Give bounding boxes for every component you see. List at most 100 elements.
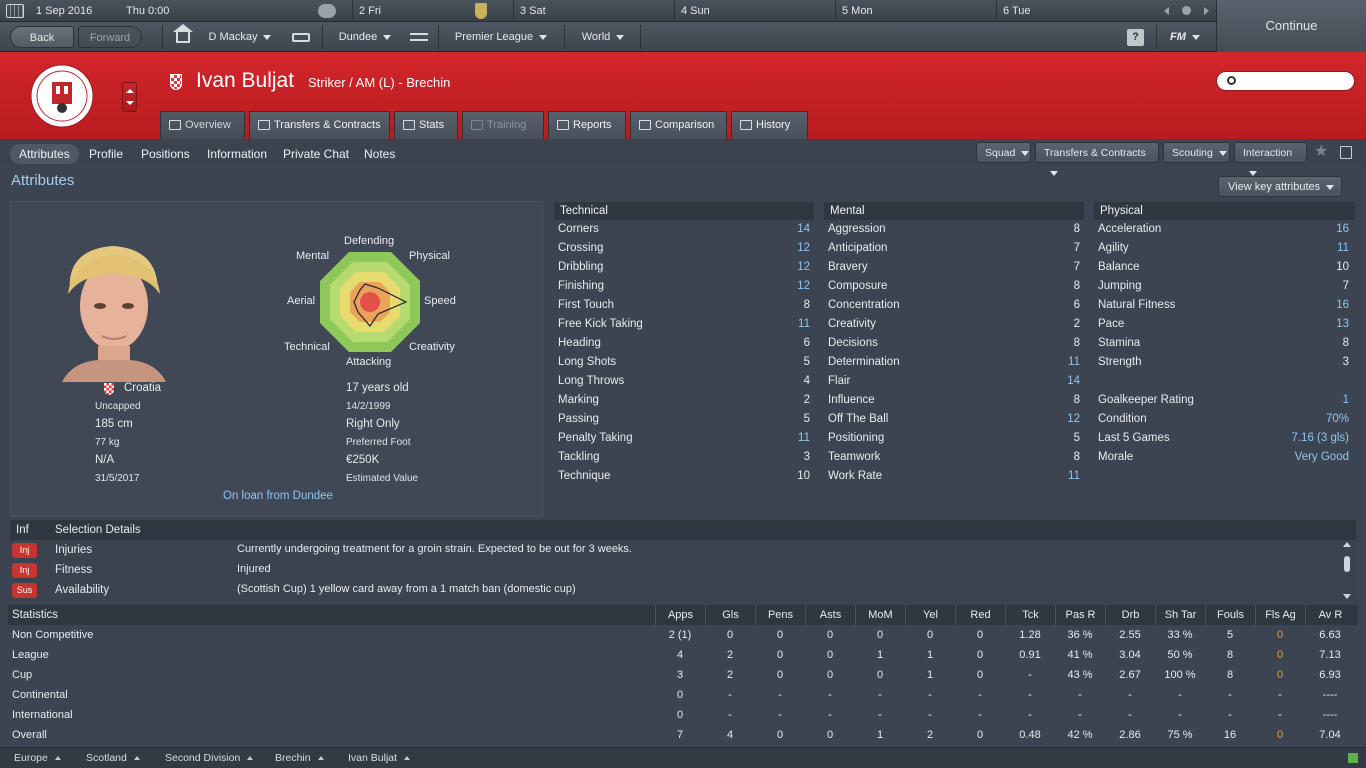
attribute-value: 5 [803,356,810,368]
table-cell: 2 (1) [668,629,692,641]
continue-button[interactable]: Continue [1216,0,1366,52]
breadcrumb-club[interactable]: Brechin [275,751,324,766]
breadcrumb-player[interactable]: Ivan Buljat [348,751,410,766]
scouting-dropdown[interactable]: Scouting [1163,142,1230,163]
statistics-column-header[interactable]: Pens [755,605,805,625]
estimated-value-label: Estimated Value [346,473,419,484]
table-cell: 2.86 [1119,729,1141,741]
tab-comparison[interactable]: Comparison [630,111,727,139]
chevron-down-icon [1326,184,1335,190]
tab-history[interactable]: History [731,111,808,139]
calendar-day-4[interactable]: 5 Mon [835,0,996,22]
inbox-icon[interactable] [292,33,310,42]
tab-reports[interactable]: Reports [548,111,626,139]
selection-detail: Currently undergoing treatment for a gro… [237,543,632,555]
statistics-column-header[interactable]: Apps [655,605,705,625]
breadcrumb-europe[interactable]: Europe [14,751,61,766]
scroll-thumb[interactable] [1344,556,1350,572]
statistics-column-header[interactable]: Tck [1005,605,1055,625]
selection-scrollbar[interactable] [1343,542,1351,600]
statistics-column-header[interactable]: Fouls [1205,605,1255,625]
breadcrumb-division[interactable]: Second Division [165,751,253,766]
tab-transfers-contracts[interactable]: Transfers & Contracts [249,111,390,139]
match-trophy-icon[interactable] [475,3,487,19]
squad-dropdown[interactable]: Squad [976,142,1031,163]
subtab-notes[interactable]: Notes [355,144,404,164]
attribute-value: 14 [1067,375,1080,387]
table-cell: - [928,709,932,721]
calendar-next-icon[interactable] [1204,7,1209,15]
table-cell: 0 [1276,669,1284,681]
statistics-column-header[interactable]: Drb [1105,605,1155,625]
scroll-up-icon[interactable] [1343,542,1351,547]
player-status-row: Condition 70% [1098,410,1349,429]
attribute-name: Composure [828,280,888,292]
table-cell: 8 [1226,669,1234,681]
statistics-column-header[interactable]: Yel [905,605,955,625]
back-button[interactable]: Back [10,26,74,48]
calendar-day-5[interactable]: 6 Tue [996,0,1157,22]
statistics-column-header[interactable]: Pas R [1055,605,1105,625]
statistics-column-header[interactable]: Asts [805,605,855,625]
table-cell: - [1128,689,1132,701]
tab-overview[interactable]: Overview [160,111,245,139]
view-key-attributes-button[interactable]: View key attributes [1218,176,1342,197]
add-note-icon[interactable] [1340,146,1352,159]
radar-label-mental: Mental [296,250,330,262]
world-menu[interactable]: World [572,26,634,48]
contract-expiry: 31/5/2017 [95,473,140,484]
calendar-day-1[interactable]: 2 Fri [352,0,513,22]
tab-training[interactable]: Training [462,111,544,139]
calendar-day-3[interactable]: 4 Sun [674,0,835,22]
statistics-column-header[interactable]: Red [955,605,1005,625]
breadcrumb-scotland[interactable]: Scotland [86,751,140,766]
attribute-name: Marking [558,394,599,406]
attribute-name: Determination [828,356,900,368]
table-cell: - [1028,689,1032,701]
team-talk-icon[interactable] [318,4,336,18]
statistics-column-header[interactable]: Gls [705,605,755,625]
calendar-day-2[interactable]: 3 Sat [513,0,674,22]
subtab-profile[interactable]: Profile [80,144,132,164]
chevron-down-icon [383,34,392,40]
chevron-down-icon [1218,150,1227,156]
statistics-column-header[interactable]: MoM [855,605,905,625]
search-input[interactable] [1216,71,1355,91]
loan-status-link[interactable]: On loan from Dundee [223,490,333,502]
subtab-positions[interactable]: Positions [132,144,199,164]
subtab-private-chat[interactable]: Private Chat [274,144,358,164]
subtab-attributes[interactable]: Attributes [10,144,79,164]
table-cell: - [1278,709,1282,721]
calendar-prev-icon[interactable] [1164,7,1169,15]
mental-header: Mental [824,202,1084,220]
forward-button[interactable]: Forward [78,26,142,48]
resize-grip-icon[interactable] [1348,753,1358,763]
radar-label-attacking: Attacking [346,356,392,368]
shortlist-star-icon[interactable]: ★ [1314,144,1328,160]
nationality[interactable]: Croatia [124,382,161,394]
attribute-name: Stamina [1098,337,1141,349]
chevron-up-icon[interactable] [126,89,134,93]
interaction-dropdown[interactable]: Interaction [1234,142,1307,176]
calendar-icon[interactable] [6,4,24,18]
attribute-name: Influence [828,394,875,406]
radar-label-defending: Defending [344,235,395,247]
club-menu[interactable]: Dundee [330,26,400,48]
calendar-today-icon[interactable] [1182,6,1191,15]
switch-icon[interactable] [410,33,428,41]
transfers-dropdown[interactable]: Transfers & Contracts [1035,142,1159,176]
player-switch-control[interactable] [122,82,137,112]
scroll-down-icon[interactable] [1343,594,1351,599]
statistics-column-header[interactable]: Fls Ag [1255,605,1305,625]
chevron-down-icon[interactable] [126,101,134,105]
statistics-column-header[interactable]: Av R [1305,605,1355,625]
league-menu[interactable]: Premier League [446,26,556,48]
fm-menu[interactable]: FM [1162,26,1208,48]
mental-attribute-row: Teamwork 8 [828,448,1080,467]
manager-menu[interactable]: D Mackay [200,26,280,48]
home-icon[interactable] [176,31,190,43]
subtab-information[interactable]: Information [198,144,276,164]
tab-stats[interactable]: Stats [394,111,458,139]
help-button[interactable]: ? [1127,29,1144,46]
statistics-column-header[interactable]: Sh Tar [1155,605,1205,625]
